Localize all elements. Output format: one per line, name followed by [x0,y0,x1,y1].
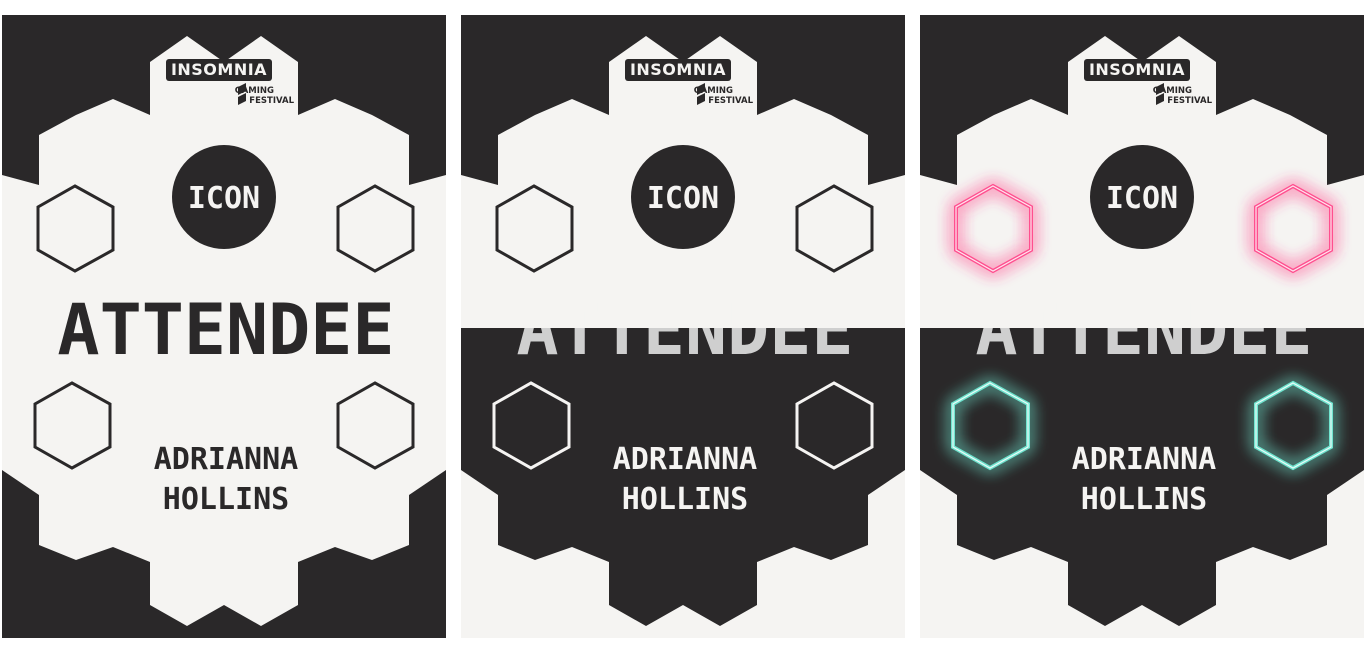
svg-text:INSOMNIA: INSOMNIA [630,60,726,79]
icon-placeholder-label: ICON [1106,181,1178,216]
first-name: ADRIANNA [154,442,299,477]
first-name: ADRIANNA [1072,442,1217,477]
icon-placeholder-label: ICON [647,181,719,216]
last-name: HOLLINS [1081,482,1207,517]
svg-text:FESTIVAL: FESTIVAL [708,96,753,106]
svg-text:INSOMNIA: INSOMNIA [171,60,267,79]
svg-text:FESTIVAL: FESTIVAL [1167,96,1212,106]
badge-neon: INSOMNIA GAMING FESTIVAL ICON ATTENDEE A… [920,15,1364,638]
badge-plain: INSOMNIA GAMING FESTIVAL ICON ATTENDEE A… [2,15,446,638]
last-name: HOLLINS [163,482,289,517]
role-title: ATTENDEE ATTENDEE [975,289,1312,371]
first-name: ADRIANNA [613,442,758,477]
role-title: ATTENDEE [57,289,394,371]
last-name: HOLLINS [622,482,748,517]
badge-split: INSOMNIA GAMING FESTIVAL ICON ATTENDEE A… [461,15,905,638]
svg-text:FESTIVAL: FESTIVAL [249,96,294,106]
role-title: ATTENDEE ATTENDEE [516,289,853,371]
icon-placeholder-label: ICON [188,181,260,216]
svg-text:INSOMNIA: INSOMNIA [1089,60,1185,79]
